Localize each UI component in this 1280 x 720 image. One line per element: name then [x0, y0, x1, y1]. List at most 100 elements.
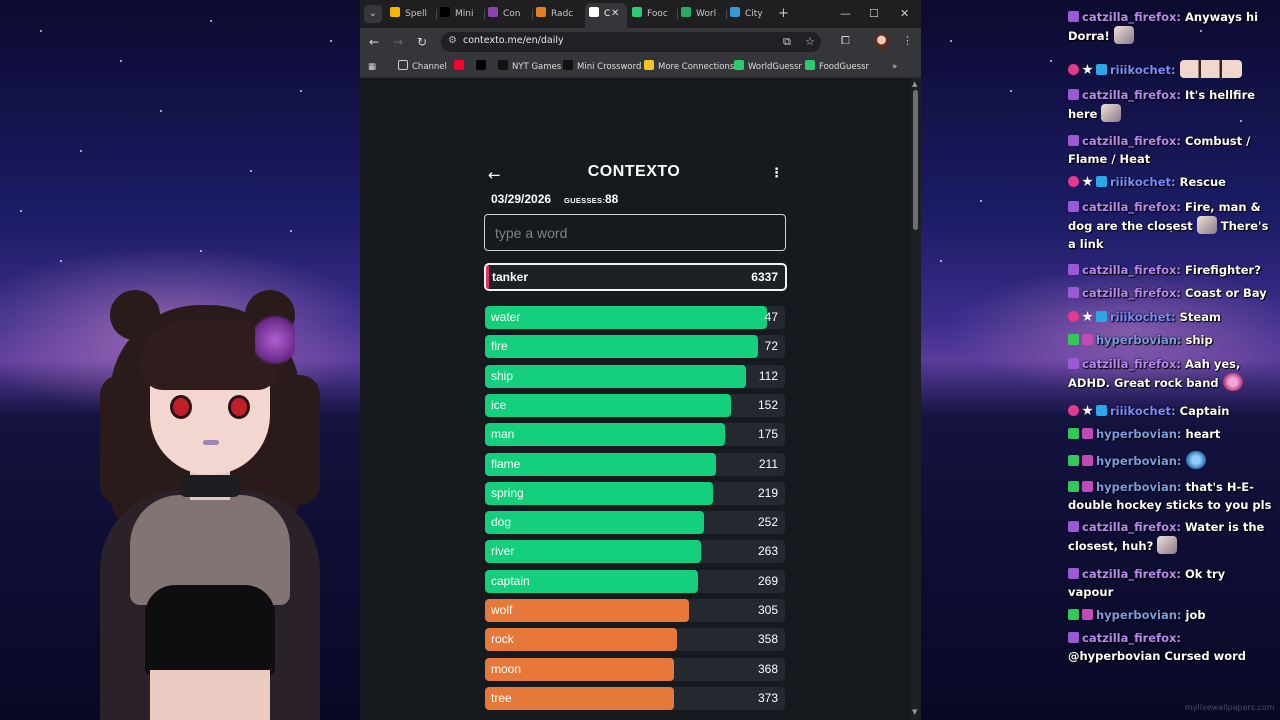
chat-username[interactable]: riiikochet: [1110, 175, 1180, 189]
browser-tab[interactable]: City [730, 5, 770, 23]
guess-word: captain [491, 573, 530, 588]
browser-menu-icon[interactable]: ⋮ [902, 34, 913, 47]
chat-message: catzilla_firefox: Firefighter? [1068, 261, 1274, 279]
guess-word: moon [491, 661, 522, 676]
vip-badge-icon [1082, 609, 1093, 620]
scroll-up-icon[interactable]: ▲ [912, 80, 917, 88]
guess-row: river 263 [485, 540, 785, 564]
guess-word: wolf [491, 603, 513, 617]
chat-message: hyperbovian: job [1068, 606, 1274, 624]
extensions-icon[interactable]: ⧠ [841, 34, 850, 48]
guess-rank: 252 [757, 515, 778, 530]
bookmark-item[interactable]: NYT Games [498, 60, 561, 74]
sub-badge-icon [1068, 568, 1079, 579]
back-arrow-icon[interactable]: ← [488, 166, 501, 184]
chat-username[interactable]: catzilla_firefox: [1082, 88, 1185, 102]
apps-grid-icon[interactable]: ▦ [368, 60, 376, 74]
guess-row: water 47 [485, 306, 785, 329]
browser-tab[interactable]: Worl [681, 5, 721, 23]
chat-username[interactable]: hyperbovian: [1096, 333, 1186, 347]
bookmark-item[interactable] [476, 60, 490, 74]
globe-icon [805, 60, 815, 70]
scroll-down-icon[interactable]: ▼ [912, 708, 917, 716]
crown-badge-icon [1096, 64, 1107, 75]
chat-text: Firefighter? [1185, 263, 1261, 277]
chat-username[interactable]: hyperbovian: [1096, 454, 1186, 468]
bookmark-label: NYT Games [512, 62, 562, 72]
close-window-button[interactable]: ✕ [900, 5, 909, 23]
guess-similarity-bar [485, 511, 704, 535]
last-guess-row: tanker 6337 [484, 263, 787, 291]
tab-favicon-icon [390, 7, 400, 17]
guess-similarity-bar [485, 540, 701, 564]
chat-text: ship [1185, 333, 1213, 347]
address-bar[interactable]: ⚙ contexto.me/en/daily ⧉ ☆ [441, 32, 821, 52]
tab-separator [677, 9, 678, 19]
reload-icon[interactable]: ↻ [413, 33, 431, 51]
maximize-button[interactable]: ☐ [869, 5, 879, 23]
browser-tab[interactable]: C [585, 3, 627, 28]
kebab-menu-icon[interactable]: ⋮ [770, 166, 783, 181]
chat-username[interactable]: catzilla_firefox: [1082, 286, 1185, 300]
star [290, 230, 292, 232]
scroll-thumb[interactable] [913, 90, 918, 230]
word-input[interactable] [484, 214, 786, 251]
browser-tab[interactable]: Con [488, 5, 528, 23]
chat-username[interactable]: catzilla_firefox: [1082, 567, 1185, 581]
browser-tab[interactable]: Spell [390, 5, 430, 23]
chat-message: catzilla_firefox: Ok try vapour [1068, 565, 1274, 601]
guess-similarity-bar [485, 306, 767, 329]
guess-row: ship 112 [485, 364, 785, 388]
tab-separator [436, 9, 437, 19]
bookmark-item[interactable]: WorldGuessr [734, 60, 802, 74]
guess-rank: 211 [758, 456, 778, 471]
bookmark-item[interactable]: Mini Crossword [563, 60, 641, 74]
tab-search-button[interactable]: ⌄ [364, 5, 382, 23]
bookmark-label: WorldGuessr [748, 62, 802, 72]
chat-username[interactable]: catzilla_firefox: [1082, 200, 1185, 214]
guess-word: rock [491, 632, 514, 647]
sub-badge-icon [1068, 264, 1079, 275]
bookmark-label: Channel [412, 62, 447, 72]
minimize-button[interactable]: — [840, 5, 851, 23]
bookmark-item[interactable]: FoodGuessr [805, 60, 869, 74]
bookmark-item[interactable]: More Connections [644, 60, 734, 74]
browser-tab[interactable]: Radc [536, 5, 576, 23]
guess-row: rock 358 [485, 628, 785, 652]
chat-username[interactable]: riiikochet: [1110, 63, 1180, 77]
browser-tab[interactable]: Mini [440, 5, 480, 23]
chat-text: Rescue [1179, 175, 1226, 189]
close-tab-icon[interactable]: ✕ [611, 8, 619, 19]
site-info-icon[interactable]: ⚙ [448, 35, 457, 46]
more-bookmarks-icon[interactable]: » [892, 60, 897, 74]
chat-username[interactable]: hyperbovian: [1096, 608, 1186, 622]
chat-username[interactable]: catzilla_firefox: [1082, 631, 1181, 645]
youtube-icon [454, 60, 464, 70]
bookmark-item[interactable]: Channel [398, 60, 447, 74]
browser-tab[interactable]: Fooc [632, 5, 672, 23]
tab-separator [532, 9, 533, 19]
new-tab-button[interactable]: + [778, 5, 789, 23]
page-scrollbar[interactable]: ▲ ▼ [911, 78, 921, 720]
profile-avatar[interactable] [874, 34, 889, 49]
star [120, 60, 122, 62]
chat-username[interactable]: catzilla_firefox: [1082, 357, 1185, 371]
chat-username[interactable]: catzilla_firefox: [1082, 263, 1185, 277]
chat-emote-icon [1185, 451, 1206, 469]
forward-icon[interactable]: → [389, 33, 407, 51]
chat-username[interactable]: hyperbovian: [1096, 427, 1186, 441]
vip-badge-icon [1082, 428, 1093, 439]
chat-username[interactable]: hyperbovian: [1096, 480, 1186, 494]
globe-icon [734, 60, 744, 70]
cast-icon[interactable]: ⧉ [783, 35, 791, 49]
chat-username[interactable]: catzilla_firefox: [1082, 134, 1185, 148]
bookmark-star-icon[interactable]: ☆ [805, 35, 815, 48]
chat-username[interactable]: riiikochet: [1110, 404, 1180, 418]
chat-username[interactable]: catzilla_firefox: [1082, 10, 1185, 24]
heart-badge-icon [1068, 64, 1079, 75]
chat-username[interactable]: riiikochet: [1110, 310, 1180, 324]
back-icon[interactable]: ← [365, 33, 383, 51]
chat-message: riiikochet: Captain [1068, 402, 1274, 420]
bookmark-item[interactable] [454, 60, 468, 74]
chat-username[interactable]: catzilla_firefox: [1082, 520, 1185, 534]
